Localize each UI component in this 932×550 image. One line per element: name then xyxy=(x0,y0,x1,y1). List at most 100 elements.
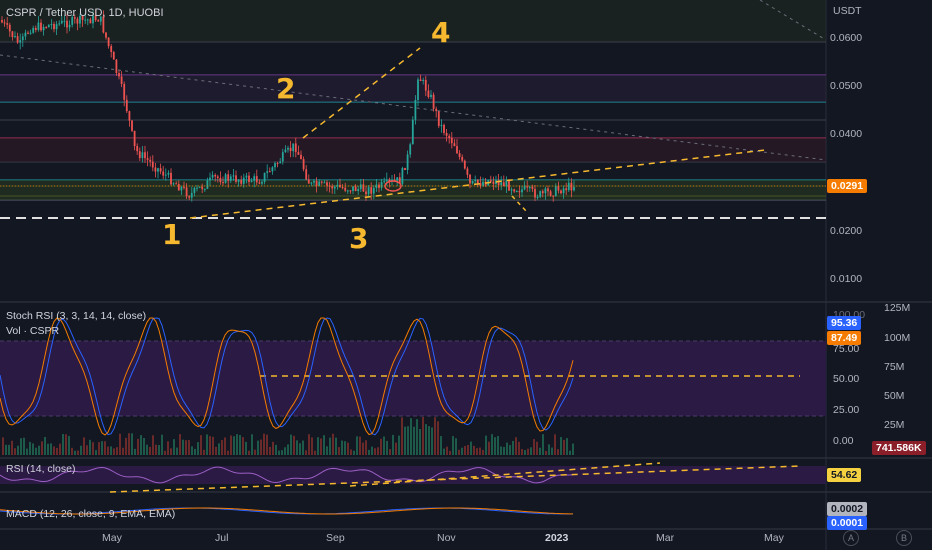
volume-bar xyxy=(365,440,367,455)
macd-title[interactable]: MACD (12, 26, close, 9, EMA, EMA) xyxy=(6,508,175,520)
volume-bar xyxy=(44,436,46,455)
volume-bar xyxy=(473,445,475,455)
volume-bar xyxy=(446,446,448,455)
candle-body xyxy=(250,180,253,182)
stoch-tick-25: 25.00 xyxy=(833,404,860,416)
volume-bar xyxy=(527,448,529,455)
volume-bar xyxy=(506,442,508,455)
candle-body xyxy=(196,187,198,189)
candle-body xyxy=(292,143,295,152)
wave-label-4: 4 xyxy=(431,16,451,49)
candle-body xyxy=(565,188,568,191)
candle-body xyxy=(55,24,58,30)
candle-body xyxy=(131,120,133,131)
volume-bar xyxy=(182,439,184,455)
volume-bar xyxy=(179,434,181,455)
volume-bar xyxy=(194,448,196,455)
volume-bar xyxy=(530,447,532,455)
candle-body xyxy=(172,183,175,185)
candle-body xyxy=(76,18,79,24)
volume-bar xyxy=(317,437,319,455)
candle-body xyxy=(237,179,240,182)
candle-body xyxy=(258,182,261,184)
candle-body xyxy=(305,169,308,180)
candle-body xyxy=(562,188,565,194)
candle-body xyxy=(125,99,128,112)
rsi-title[interactable]: RSI (14, close) xyxy=(6,463,75,475)
volume-bar xyxy=(149,446,151,455)
volume-title[interactable]: Vol · CSPR xyxy=(6,325,59,337)
volume-bar xyxy=(263,433,265,455)
volume-bar xyxy=(11,440,13,455)
volume-bar xyxy=(161,434,163,455)
volume-bar xyxy=(464,445,466,455)
volume-bar xyxy=(5,444,7,455)
log-scale-button[interactable]: B xyxy=(896,530,912,546)
volume-bar xyxy=(509,445,511,455)
chart-canvas[interactable] xyxy=(0,0,932,550)
volume-bar xyxy=(374,448,376,455)
candle-body xyxy=(570,182,573,191)
candle-body xyxy=(346,190,349,192)
volume-bar xyxy=(59,443,61,455)
volume-bar xyxy=(158,445,160,455)
chart-area[interactable]: CSPR / Tether USD, 1D, HUOBI USDT 0.0600… xyxy=(0,0,932,550)
stoch-rsi-title[interactable]: Stoch RSI (3, 3, 14, 14, close) xyxy=(6,310,146,322)
candle-body xyxy=(508,180,510,191)
candle-body xyxy=(162,171,165,176)
volume-bar xyxy=(272,441,274,455)
volume-bar xyxy=(197,442,199,455)
volume-bar xyxy=(110,446,112,455)
wave-label-3: 3 xyxy=(349,222,369,255)
candle-body xyxy=(557,186,560,191)
volume-bar xyxy=(323,435,325,455)
stoch-d-tag: 87.49 xyxy=(827,331,862,345)
candle-body xyxy=(448,135,451,138)
volume-bar xyxy=(227,450,229,455)
volume-bar xyxy=(104,441,106,455)
candle-body xyxy=(573,187,575,191)
volume-bar xyxy=(35,447,37,455)
volume-bar xyxy=(260,439,262,455)
candle-body xyxy=(107,37,110,47)
vol-tick-75m: 75M xyxy=(884,361,905,373)
rsi-tag: 54.62 xyxy=(827,468,862,482)
volume-bar xyxy=(569,450,571,455)
volume-bar xyxy=(98,442,100,455)
volume-bar xyxy=(491,434,493,455)
candle-body xyxy=(560,190,562,194)
candle-body xyxy=(118,73,120,77)
auto-scale-button[interactable]: A xyxy=(843,530,859,546)
volume-bar xyxy=(134,448,136,455)
volume-bar xyxy=(515,437,517,455)
volume-bar xyxy=(512,440,514,455)
volume-bar xyxy=(278,450,280,455)
candle-body xyxy=(411,119,414,145)
candle-body xyxy=(432,94,435,109)
volume-bar xyxy=(362,442,364,455)
volume-bar xyxy=(146,444,148,455)
candle-body xyxy=(253,176,256,181)
zone-band xyxy=(0,180,826,200)
vol-tick-50m: 50M xyxy=(884,390,905,402)
volume-bar xyxy=(332,433,334,455)
candle-body xyxy=(105,32,107,38)
candle-body xyxy=(437,111,440,126)
candle-body xyxy=(198,186,201,188)
volume-bar xyxy=(428,426,430,455)
candle-body xyxy=(422,79,425,81)
candle-body xyxy=(248,175,250,182)
candle-body xyxy=(27,32,29,34)
candle-body xyxy=(471,181,474,184)
volume-tag: 741.586K xyxy=(872,441,926,455)
symbol-title[interactable]: CSPR / Tether USD, 1D, HUOBI xyxy=(6,7,164,19)
candle-body xyxy=(157,168,159,172)
macd-tag-2: 0.0001 xyxy=(827,516,868,530)
candle-body xyxy=(274,163,276,168)
volume-bar xyxy=(497,436,499,455)
volume-bar xyxy=(383,436,385,455)
candle-body xyxy=(190,192,193,198)
candle-body xyxy=(1,20,3,23)
volume-bar xyxy=(521,449,523,455)
candle-body xyxy=(294,143,297,153)
